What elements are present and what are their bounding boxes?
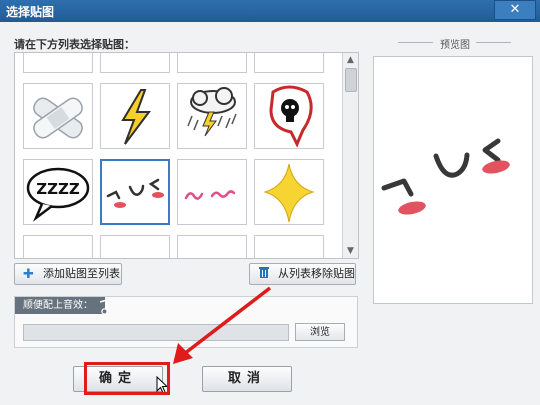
- pointing-hand-sticker-icon: [101, 236, 170, 259]
- lightning-sticker-icon: [121, 89, 151, 145]
- sticker-tile[interactable]: [100, 235, 170, 259]
- close-icon: ✕: [509, 2, 521, 17]
- ellipse-sticker-icon: [101, 52, 170, 73]
- scrollbar-thumb[interactable]: [345, 68, 357, 92]
- zzz-text: ZZZZ: [36, 180, 80, 198]
- sticker-tile[interactable]: [177, 52, 247, 73]
- skull-bubble-sticker-icon: [269, 85, 313, 148]
- zzz-bubble-sticker-icon: ZZZZ: [26, 167, 90, 222]
- annotation-highlight-box: [84, 362, 170, 395]
- browse-button[interactable]: 浏览: [295, 323, 345, 341]
- add-sticker-button[interactable]: ✚ 添加贴图至列表: [14, 263, 122, 285]
- add-sticker-label: 添加贴图至列表: [43, 267, 120, 280]
- close-button[interactable]: ✕: [494, 0, 536, 20]
- sticker-tile[interactable]: ZZZZ: [23, 159, 93, 225]
- sound-label: 顺便配上音效：: [15, 297, 105, 314]
- sticker-list-prompt: 请在下方列表选择贴图：: [14, 38, 135, 51]
- storm-cloud-sticker-icon: [187, 87, 237, 137]
- pointing-hand-sticker-icon: [178, 236, 247, 259]
- plus-icon: ✚: [23, 267, 34, 282]
- sticker-list-scrollbar[interactable]: ▲ ▼: [342, 53, 358, 258]
- sticker-tile[interactable]: [254, 83, 324, 149]
- preview-divider-right: [476, 42, 511, 43]
- pink-blush-sticker-icon: [184, 190, 236, 200]
- annotation-arrow-icon: [173, 286, 272, 364]
- sticker-tile[interactable]: [254, 235, 324, 259]
- window-title: 选择贴图: [6, 5, 55, 19]
- blush-face-sticker-icon: [106, 178, 164, 208]
- pointing-hand-sticker-icon: [255, 236, 324, 259]
- sticker-tile[interactable]: [177, 83, 247, 149]
- sticker-tile[interactable]: [254, 52, 324, 73]
- burst-sticker-icon: [24, 236, 93, 259]
- sticker-tile[interactable]: [254, 159, 324, 225]
- sticker-tile[interactable]: [177, 235, 247, 259]
- preview-image: [373, 56, 533, 304]
- scroll-down-icon[interactable]: ▼: [343, 244, 358, 258]
- scroll-up-icon[interactable]: ▲: [343, 53, 358, 67]
- cloud-sticker-icon: [24, 52, 93, 73]
- preview-title: 预览图: [440, 40, 470, 51]
- star-sticker-icon: [263, 163, 315, 223]
- sticker-list[interactable]: ZZZZ ▲ ▼: [14, 52, 359, 259]
- blush-face-preview: [381, 138, 510, 215]
- sticker-tile[interactable]: [23, 52, 93, 73]
- preview-panel: 预览图: [370, 22, 540, 405]
- sticker-tile[interactable]: [23, 235, 93, 259]
- sticker-tile[interactable]: [177, 159, 247, 225]
- remove-sticker-label: 从列表移除贴图: [278, 267, 355, 280]
- sticker-tile[interactable]: [100, 83, 170, 149]
- title-bar: 选择贴图 ✕: [0, 0, 540, 22]
- sticker-tile[interactable]: [23, 83, 93, 149]
- music-note-icon: [99, 299, 108, 315]
- sticker-tile[interactable]: [100, 159, 170, 225]
- sticker-tile[interactable]: [100, 52, 170, 73]
- no-sign-sticker-icon: [255, 52, 324, 73]
- bubble-sticker-icon: [178, 52, 247, 73]
- bandage-sticker-icon: [33, 97, 83, 139]
